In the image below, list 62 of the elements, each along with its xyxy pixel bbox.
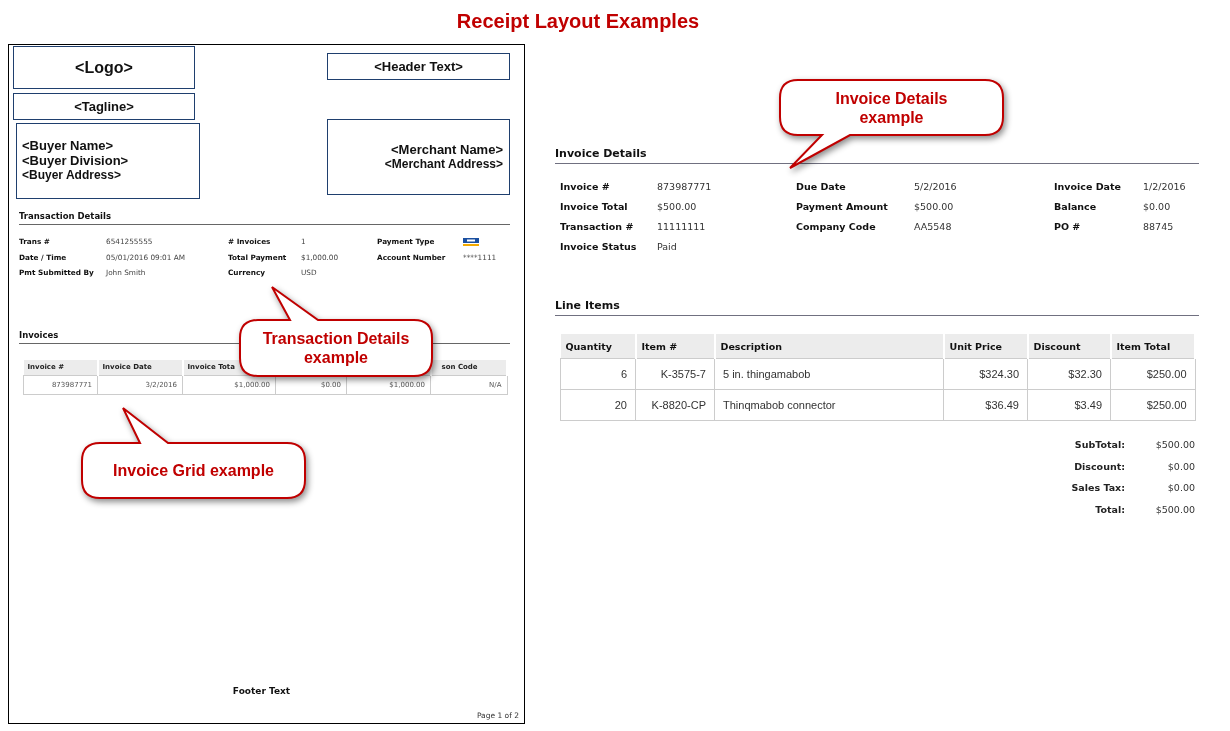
merchant-info-line: <Merchant Name>	[390, 142, 503, 157]
field-label: Balance	[1054, 200, 1098, 212]
field-value: 88745	[1143, 221, 1175, 232]
field-value: Paid	[657, 241, 678, 252]
page-title: Receipt Layout Examples	[455, 9, 701, 34]
total-value: $0.00	[1166, 482, 1195, 494]
field-label: Company Code	[796, 221, 877, 232]
column-header: Quantity	[560, 334, 636, 359]
field-value: $0.00	[1143, 200, 1172, 212]
field-label: PO #	[1054, 221, 1082, 232]
table-cell: 20	[560, 389, 636, 421]
field-value: 873987771	[657, 181, 713, 192]
merchant-info-line: <Merchant Address>	[383, 157, 503, 172]
table-cell: K-8820-CP	[635, 389, 715, 421]
logo-field: <Logo>	[13, 46, 195, 89]
column-header: Unit Price	[943, 334, 1028, 359]
total-label: SubTotal:	[1073, 439, 1125, 451]
table-cell: $250.00	[1110, 358, 1195, 390]
section-heading: Line Items	[555, 299, 621, 312]
buyer-info-line: <Buyer Division>	[22, 153, 130, 168]
field-label: Invoice Date	[1054, 181, 1122, 192]
table-cell: $324.30	[943, 358, 1028, 390]
field-label: Payment Amount	[796, 200, 889, 212]
credit-card-icon	[463, 236, 479, 247]
buyer-info-line: <Buyer Name>	[22, 138, 115, 153]
table-cell: 5 in. thingamabob	[714, 358, 944, 390]
callout-text: Invoice Details example	[834, 88, 949, 127]
field-label: Invoice #	[560, 181, 611, 192]
table-cell: Thinqmabob connector	[714, 389, 944, 421]
field-value: 1/2/2016	[1143, 181, 1187, 192]
table-cell: $32.30	[1027, 358, 1111, 390]
total-label: Total:	[1094, 503, 1125, 515]
column-header: Description	[714, 334, 944, 359]
total-value: $0.00	[1166, 460, 1195, 472]
total-label: Sales Tax:	[1070, 482, 1125, 494]
table-cell: K-3575-7	[635, 358, 715, 390]
total-label: Discount:	[1073, 460, 1125, 472]
total-value: $500.00	[1154, 503, 1195, 515]
table-cell: $36.49	[943, 389, 1028, 421]
field-label: Transaction #	[560, 221, 635, 232]
field-value: 11111111	[657, 221, 707, 232]
field-label: Invoice Total	[560, 200, 629, 212]
field-label: Invoice Status	[560, 241, 638, 252]
table-cell: 6	[560, 358, 636, 390]
tagline-field: <Tagline>	[13, 93, 195, 120]
column-header: Item Total	[1110, 334, 1195, 359]
field-value: 5/2/2016	[914, 181, 958, 192]
field-value: AA5548	[914, 221, 953, 232]
field-value: $500.00	[914, 200, 955, 212]
footer-text: Footer Text	[231, 686, 292, 696]
table-cell: $3.49	[1027, 389, 1111, 421]
total-value: $500.00	[1154, 439, 1195, 451]
column-header: Discount	[1027, 334, 1111, 359]
buyer-info-line: <Buyer Address>	[22, 168, 122, 183]
section-heading: Transaction Details	[19, 211, 111, 221]
field-label: Due Date	[796, 181, 847, 192]
callout-text: Invoice Grid example	[112, 461, 275, 480]
column-header: Item #	[635, 334, 715, 359]
table-cell: $250.00	[1110, 389, 1195, 421]
section-heading: Invoices	[19, 329, 59, 340]
section-heading: Invoice Details	[555, 147, 648, 160]
field-value: $500.00	[657, 200, 698, 212]
